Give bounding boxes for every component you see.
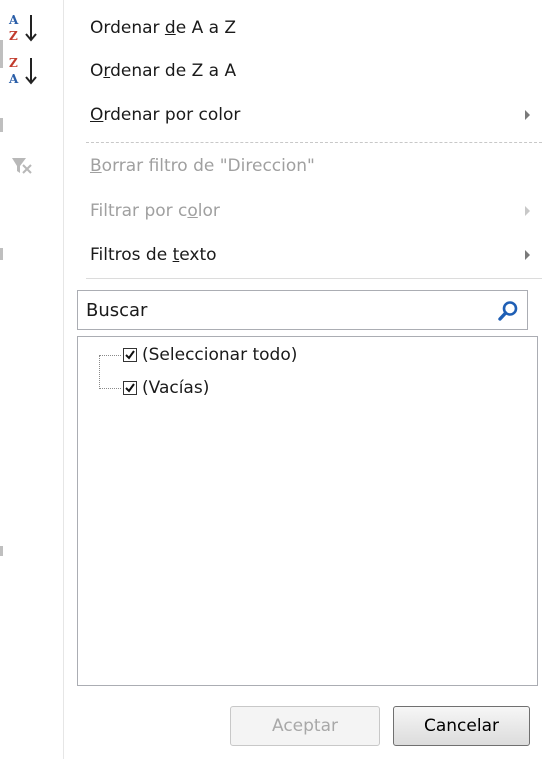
list-item-label: (Vacías) [142,378,210,398]
menu-item-label: Filtros de texto [90,245,217,265]
autofilter-menu: A Z Ordenar de A a Z Z A Ordenar de Z a … [0,0,544,759]
menu-separator [86,278,542,279]
search-placeholder: Buscar [86,300,148,321]
accept-button[interactable]: Aceptar [230,706,380,746]
edge-mark [0,118,3,132]
list-item[interactable]: (Vacías) [123,377,209,399]
sort-descending-icon: Z A [8,56,37,86]
icon-strip [0,0,64,759]
list-item[interactable]: (Seleccionar todo) [123,344,297,366]
list-item-label: (Seleccionar todo) [142,345,298,365]
menu-separator [86,142,542,143]
menu-item-filter-by-color[interactable]: Filtrar por color [64,189,544,233]
tree-connector [99,355,121,356]
value-list[interactable]: (Seleccionar todo) (Vacías) [77,336,538,686]
menu-item-sort-z-a[interactable]: Z A Ordenar de Z a A [8,49,544,93]
svg-text:A: A [8,13,19,27]
checkbox[interactable] [123,348,137,362]
menu-item-sort-by-color[interactable]: Ordenar por color [64,93,544,137]
menu-item-text-filters[interactable]: Filtros de texto [64,233,544,277]
edge-mark [0,40,3,68]
edge-mark [0,248,3,260]
clear-filter-icon [12,158,32,174]
tree-connector [99,355,100,389]
cancel-button[interactable]: Cancelar [393,706,530,746]
submenu-arrow-icon [525,250,530,260]
svg-text:Z: Z [9,29,18,43]
svg-text:A: A [8,72,19,86]
menu-item-label: Ordenar de A a Z [90,18,237,38]
svg-text:Z: Z [9,56,18,70]
submenu-arrow-icon [525,110,530,120]
menu-item-label: Ordenar de Z a A [90,61,237,81]
menu-item-label: Filtrar por color [90,201,220,221]
search-input[interactable]: Buscar [77,290,528,330]
sort-ascending-icon: A Z [8,13,37,43]
menu-item-clear-filter[interactable]: Borrar filtro de "Direccion" [12,144,544,188]
menu-item-label: Borrar filtro de "Direccion" [90,156,315,176]
menu-item-sort-a-z[interactable]: A Z Ordenar de A a Z [8,6,544,50]
checkbox[interactable] [123,381,137,395]
edge-mark [0,546,3,556]
checkmark-icon [125,350,135,360]
menu-item-label: Ordenar por color [90,105,241,125]
submenu-arrow-icon [525,206,530,216]
checkmark-icon [125,383,135,393]
tree-connector [99,388,121,389]
search-icon[interactable] [497,300,519,322]
